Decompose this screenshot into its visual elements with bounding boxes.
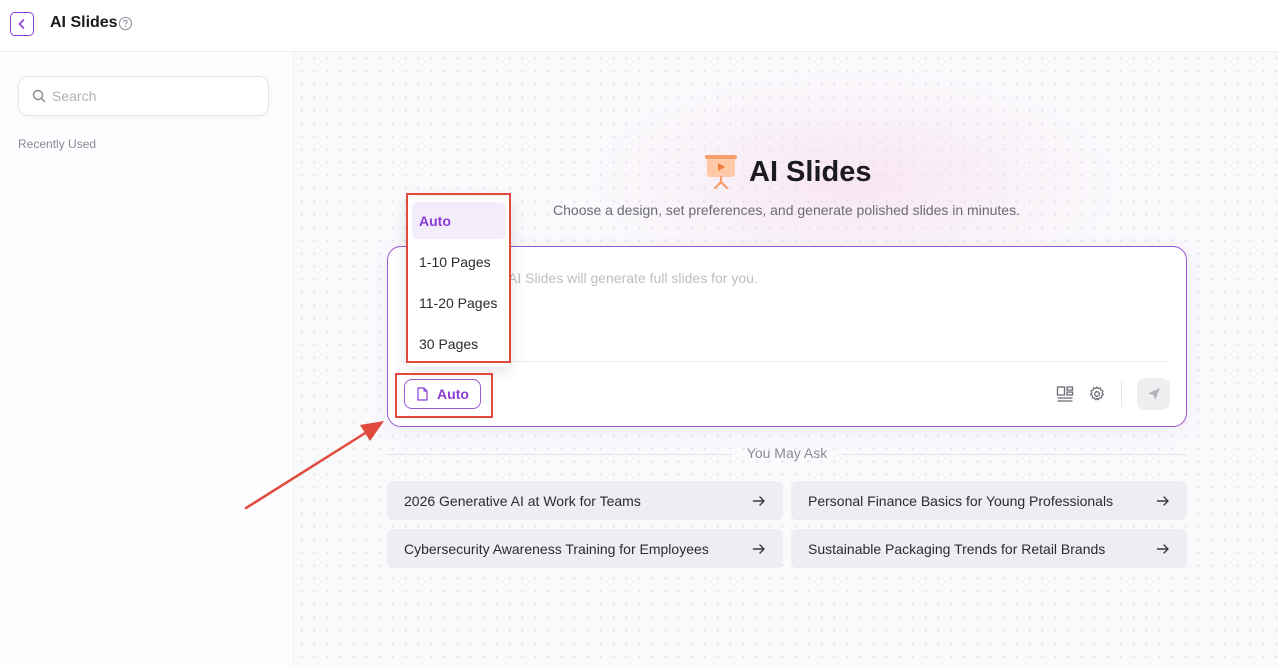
arrow-right-icon [1156, 495, 1169, 506]
dropdown-option-1-10-pages[interactable]: 1-10 Pages [412, 243, 506, 280]
file-icon [417, 387, 428, 401]
suggestion-label: Sustainable Packaging Trends for Retail … [808, 540, 1106, 557]
ask-divider-right [842, 454, 1187, 455]
chevron-left-icon [18, 19, 25, 29]
arrow-right-icon [752, 495, 765, 506]
presentation-icon [705, 155, 737, 189]
back-button[interactable] [10, 12, 34, 36]
sidebar: Recently Used [0, 52, 294, 667]
you-may-ask-row: You May Ask [387, 445, 1187, 461]
dropdown-option-11-20-pages[interactable]: 11-20 Pages [412, 284, 506, 321]
dropdown-option-30-pages[interactable]: 30 Pages [412, 325, 506, 362]
dropdown-option-auto[interactable]: Auto [412, 202, 506, 239]
send-button[interactable] [1137, 378, 1170, 410]
page-count-dropdown: Auto 1-10 Pages 11-20 Pages 30 Pages [407, 196, 511, 367]
search-input[interactable] [52, 88, 252, 104]
page-count-label: Auto [437, 386, 469, 402]
suggestion-label: 2026 Generative AI at Work for Teams [404, 492, 641, 509]
you-may-ask-label: You May Ask [746, 445, 828, 461]
question-circle-icon[interactable] [118, 16, 133, 31]
page-title: AI Slides [749, 155, 872, 188]
page-count-button[interactable]: Auto [404, 379, 481, 409]
suggestion-item[interactable]: Cybersecurity Awareness Training for Emp… [387, 529, 783, 568]
suggestion-label: Cybersecurity Awareness Training for Emp… [404, 540, 709, 557]
arrow-right-icon [752, 543, 765, 554]
gear-icon[interactable] [1088, 385, 1106, 403]
app-title: AI Slides [50, 14, 118, 31]
arrow-right-icon [1156, 543, 1169, 554]
suggestion-item[interactable]: Personal Finance Basics for Young Profes… [791, 481, 1187, 520]
search-icon [32, 89, 46, 103]
search-box[interactable] [18, 76, 269, 116]
suggestion-label: Personal Finance Basics for Young Profes… [808, 492, 1114, 509]
send-icon [1147, 388, 1160, 400]
layout-template-icon[interactable] [1056, 385, 1074, 403]
hero-heading: AI Slides [705, 155, 872, 189]
toolbar-separator [1121, 381, 1122, 407]
suggestion-item[interactable]: 2026 Generative AI at Work for Teams [387, 481, 783, 520]
top-bar: AI Slides [0, 0, 1278, 52]
card-divider [404, 361, 1170, 362]
recently-used-label: Recently Used [18, 137, 97, 151]
suggestion-item[interactable]: Sustainable Packaging Trends for Retail … [791, 529, 1187, 568]
prompt-placeholder[interactable]: AI Slides will generate full slides for … [508, 270, 758, 286]
